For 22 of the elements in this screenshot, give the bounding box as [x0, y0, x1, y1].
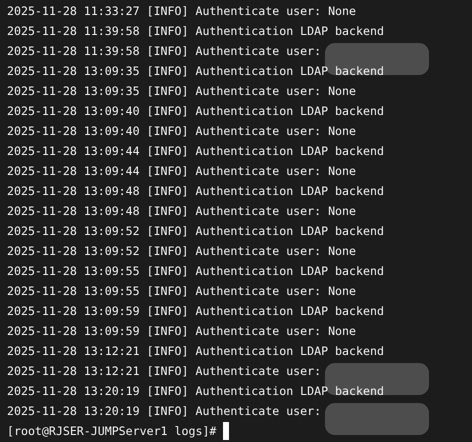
shell-prompt: [root@RJSER-JUMPServer1 logs]#	[7, 423, 216, 440]
log-line: 2025-11-28 13:09:48 [INFO] Authenticate user: None	[7, 203, 356, 220]
log-line: 2025-11-28 13:09:48 [INFO] Authentication LDAP backend	[7, 183, 384, 200]
log-line: 2025-11-28 13:09:40 [INFO] Authentication LDAP backend	[7, 103, 384, 120]
log-line: 2025-11-28 11:33:27 [INFO] Authenticate user: None	[7, 3, 356, 20]
log-line: 2025-11-28 13:09:35 [INFO] Authenticate user: None	[7, 83, 356, 100]
log-line: 2025-11-28 13:09:55 [INFO] Authenticate user: None	[7, 283, 356, 300]
log-line: 2025-11-28 13:09:35 [INFO] Authentication LDAP backend	[7, 63, 384, 80]
log-line: 2025-11-28 13:09:59 [INFO] Authentication LDAP backend	[7, 303, 384, 320]
log-line: 2025-11-28 13:12:21 [INFO] Authentication LDAP backend	[7, 343, 384, 360]
log-line: 2025-11-28 13:12:21 [INFO] Authenticate user:	[7, 363, 322, 380]
log-line: 2025-11-28 13:09:52 [INFO] Authentication LDAP backend	[7, 223, 384, 240]
log-line: 2025-11-28 13:09:44 [INFO] Authentication LDAP backend	[7, 143, 384, 160]
log-line: 2025-11-28 13:20:19 [INFO] Authentication LDAP backend	[7, 383, 384, 400]
log-line: 2025-11-28 13:09:52 [INFO] Authenticate user: None	[7, 243, 356, 260]
log-line: 2025-11-28 11:39:58 [INFO] Authentication LDAP backend	[7, 23, 384, 40]
log-line: 2025-11-28 13:09:59 [INFO] Authenticate user: None	[7, 323, 356, 340]
log-line: 2025-11-28 13:20:19 [INFO] Authenticate user:	[7, 403, 322, 420]
log-line: 2025-11-28 13:09:40 [INFO] Authenticate user: None	[7, 123, 356, 140]
log-line: 2025-11-28 11:39:58 [INFO] Authenticate user:	[7, 43, 322, 60]
log-line: 2025-11-28 13:09:55 [INFO] Authentication LDAP backend	[7, 263, 384, 280]
log-line: 2025-11-28 13:09:44 [INFO] Authenticate user: None	[7, 163, 356, 180]
